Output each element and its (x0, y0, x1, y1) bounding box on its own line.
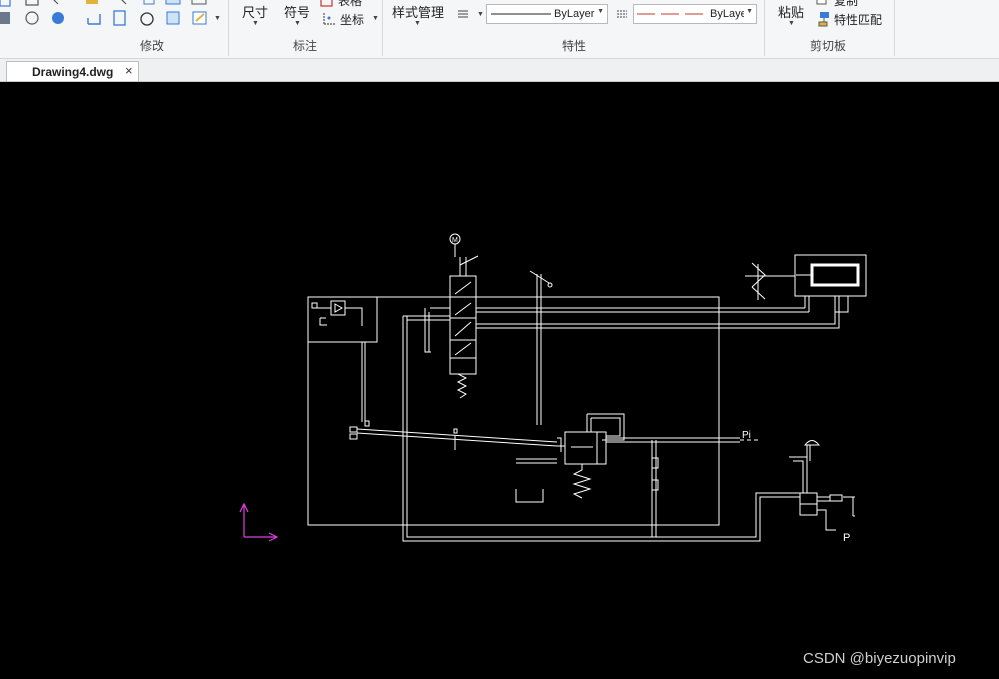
table-button[interactable]: 表格 (338, 0, 362, 9)
match-properties-button[interactable]: 特性匹配 (834, 11, 882, 28)
paste-caret[interactable]: ▼ (788, 20, 795, 27)
chevron-down-icon: ▼ (746, 8, 753, 15)
dashed-line-preview (637, 13, 709, 15)
symbol-button[interactable]: 符号 (284, 2, 310, 21)
relief-valve (564, 431, 598, 465)
solid-line-preview (491, 13, 551, 15)
linetype-scale-icon[interactable] (616, 9, 628, 19)
document-tab-label: Drawing4.dwg (32, 65, 114, 79)
pilot-label: Pi (742, 430, 751, 441)
lineweight-icon-caret[interactable]: ▼ (477, 11, 484, 18)
linetype-value: ByLayer (554, 8, 595, 20)
coordinate-icon (323, 13, 335, 25)
lineweight-combo[interactable]: ByLayer ▼ (633, 4, 757, 24)
ribbon: ▼ 修改 尺寸 ▼ 符号 ▼ 表格 坐标 ▼ 标注 样式管理 ▼ ▼ ByLay… (0, 0, 999, 59)
close-icon[interactable]: × (125, 63, 133, 78)
pressure-label: P (843, 532, 850, 544)
lineweight-icon[interactable] (457, 9, 469, 19)
modify-more-caret[interactable]: ▼ (214, 15, 221, 22)
group-label-clipboard: 剪切板 (810, 39, 847, 53)
ucs-icon (239, 502, 279, 542)
group-label-properties: 特性 (562, 39, 587, 53)
coordinate-caret[interactable]: ▼ (372, 15, 379, 22)
outer-frame (307, 296, 720, 526)
style-manager-button[interactable]: 样式管理 (392, 2, 444, 21)
servo-valve (449, 275, 477, 375)
document-tab[interactable]: Drawing4.dwg × (6, 61, 139, 81)
chevron-down-icon: ▼ (597, 8, 604, 15)
group-label-annotation: 标注 (293, 39, 318, 53)
dimension-caret[interactable]: ▼ (252, 20, 259, 27)
symbol-caret[interactable]: ▼ (294, 20, 301, 27)
match-properties-icon (818, 12, 829, 27)
group-label-modify: 修改 (140, 39, 165, 53)
paste-button[interactable]: 粘贴 (778, 2, 804, 21)
dimension-button[interactable]: 尺寸 (242, 2, 268, 21)
coordinate-button[interactable]: 坐标 (340, 11, 364, 28)
copy-icon (816, 0, 827, 5)
style-manager-caret[interactable]: ▼ (414, 20, 421, 27)
watermark-text: CSDN @biyezuopinvip (803, 650, 956, 667)
motor-label: M (452, 237, 458, 244)
document-tab-strip: Drawing4.dwg × (0, 59, 999, 82)
lineweight-value: ByLayer (710, 8, 744, 20)
hydraulic-schematic: M Pi P (239, 233, 867, 544)
linetype-combo[interactable]: ByLayer ▼ (486, 4, 608, 24)
table-icon (320, 0, 333, 7)
copy-button[interactable]: 复制 (834, 0, 858, 9)
drawing-canvas[interactable]: M Pi P (0, 82, 999, 679)
modify-icons (0, 0, 207, 26)
amplifier-box (307, 296, 378, 343)
